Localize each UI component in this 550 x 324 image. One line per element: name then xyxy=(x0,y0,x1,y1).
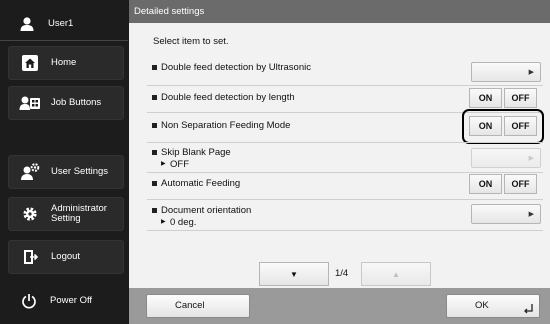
ok-label: OK xyxy=(475,300,489,311)
setting-label: Document orientation xyxy=(151,205,252,216)
setting-value: OFF xyxy=(161,159,189,170)
on-button[interactable]: ON xyxy=(469,174,502,194)
sidebar-item-label: Power Off xyxy=(50,295,93,306)
triangle-down-icon: ▼ xyxy=(290,269,298,279)
sidebar-item-logout[interactable]: Logout xyxy=(8,240,124,274)
sidebar-item-label: Job Buttons xyxy=(51,97,102,108)
skip-blank-page-button[interactable]: ▶ xyxy=(471,148,541,168)
row-divider xyxy=(147,85,543,86)
user-settings-icon xyxy=(17,163,43,181)
sidebar-item-user-settings[interactable]: User Settings xyxy=(8,155,124,189)
bottom-action-bar: Cancel OK xyxy=(129,288,550,324)
chevron-right-icon: ▶ xyxy=(528,211,534,218)
home-icon xyxy=(17,54,43,72)
sidebar-item-label: User Settings xyxy=(51,166,109,177)
off-button[interactable]: OFF xyxy=(504,116,537,136)
sidebar-divider xyxy=(0,40,128,41)
setting-label: Skip Blank Page xyxy=(152,147,231,158)
power-icon xyxy=(16,293,42,309)
gear-icon xyxy=(17,206,43,222)
setting-label: Non Separation Feeding Mode xyxy=(151,120,291,131)
user-name: User1 xyxy=(48,18,74,29)
chevron-right-icon: ▶ xyxy=(528,69,534,76)
current-user: User1 xyxy=(0,10,128,38)
sidebar-item-home[interactable]: Home xyxy=(8,46,124,80)
setting-value-text: 0 deg. xyxy=(170,217,197,228)
document-orientation-button[interactable]: ▶ xyxy=(471,204,541,224)
setting-label: Double feed detection by Ultrasonic xyxy=(152,62,311,73)
page-up-button[interactable]: ▲ xyxy=(361,262,431,286)
enter-icon xyxy=(523,301,533,323)
sidebar-item-administrator-setting[interactable]: Administrator Setting xyxy=(8,197,124,231)
double-feed-ultrasonic-button[interactable]: ▶ xyxy=(471,62,541,82)
job-buttons-icon xyxy=(17,95,43,111)
logout-icon xyxy=(17,249,43,265)
off-button[interactable]: OFF xyxy=(504,88,537,108)
setting-value-text: OFF xyxy=(170,159,189,170)
detailed-settings-panel: Detailed settings Select item to set. Do… xyxy=(129,0,550,324)
sidebar: User1 Home Job Buttons User Settings Adm… xyxy=(0,0,128,324)
sidebar-item-power-off[interactable]: Power Off xyxy=(0,286,128,316)
ok-button[interactable]: OK xyxy=(446,294,540,318)
chevron-right-icon: ▶ xyxy=(528,155,534,162)
double-feed-length-toggle: ON OFF xyxy=(469,88,537,108)
row-divider xyxy=(147,172,543,173)
user-icon xyxy=(14,16,40,32)
setting-label: Automatic Feeding xyxy=(151,178,241,189)
row-divider xyxy=(147,230,543,231)
on-button[interactable]: ON xyxy=(469,88,502,108)
off-button[interactable]: OFF xyxy=(504,174,537,194)
cancel-button[interactable]: Cancel xyxy=(146,294,250,318)
sidebar-item-label: Administrator Setting xyxy=(51,203,107,224)
setting-value: 0 deg. xyxy=(161,217,196,228)
setting-label: Double feed detection by length xyxy=(152,92,295,103)
panel-title: Detailed settings xyxy=(129,0,550,23)
page-indicator: 1/4 xyxy=(335,268,349,279)
sidebar-item-job-buttons[interactable]: Job Buttons xyxy=(8,86,124,120)
automatic-feeding-toggle: ON OFF xyxy=(469,174,537,194)
row-divider xyxy=(147,142,543,143)
row-divider xyxy=(147,199,543,200)
triangle-up-icon: ▲ xyxy=(392,269,400,279)
sidebar-item-label: Logout xyxy=(51,251,81,262)
page-down-button[interactable]: ▼ xyxy=(259,262,329,286)
on-button[interactable]: ON xyxy=(469,116,502,136)
sidebar-item-label: Home xyxy=(51,57,77,68)
non-separation-feeding-toggle: ON OFF xyxy=(469,116,537,136)
instruction-text: Select item to set. xyxy=(153,36,229,47)
